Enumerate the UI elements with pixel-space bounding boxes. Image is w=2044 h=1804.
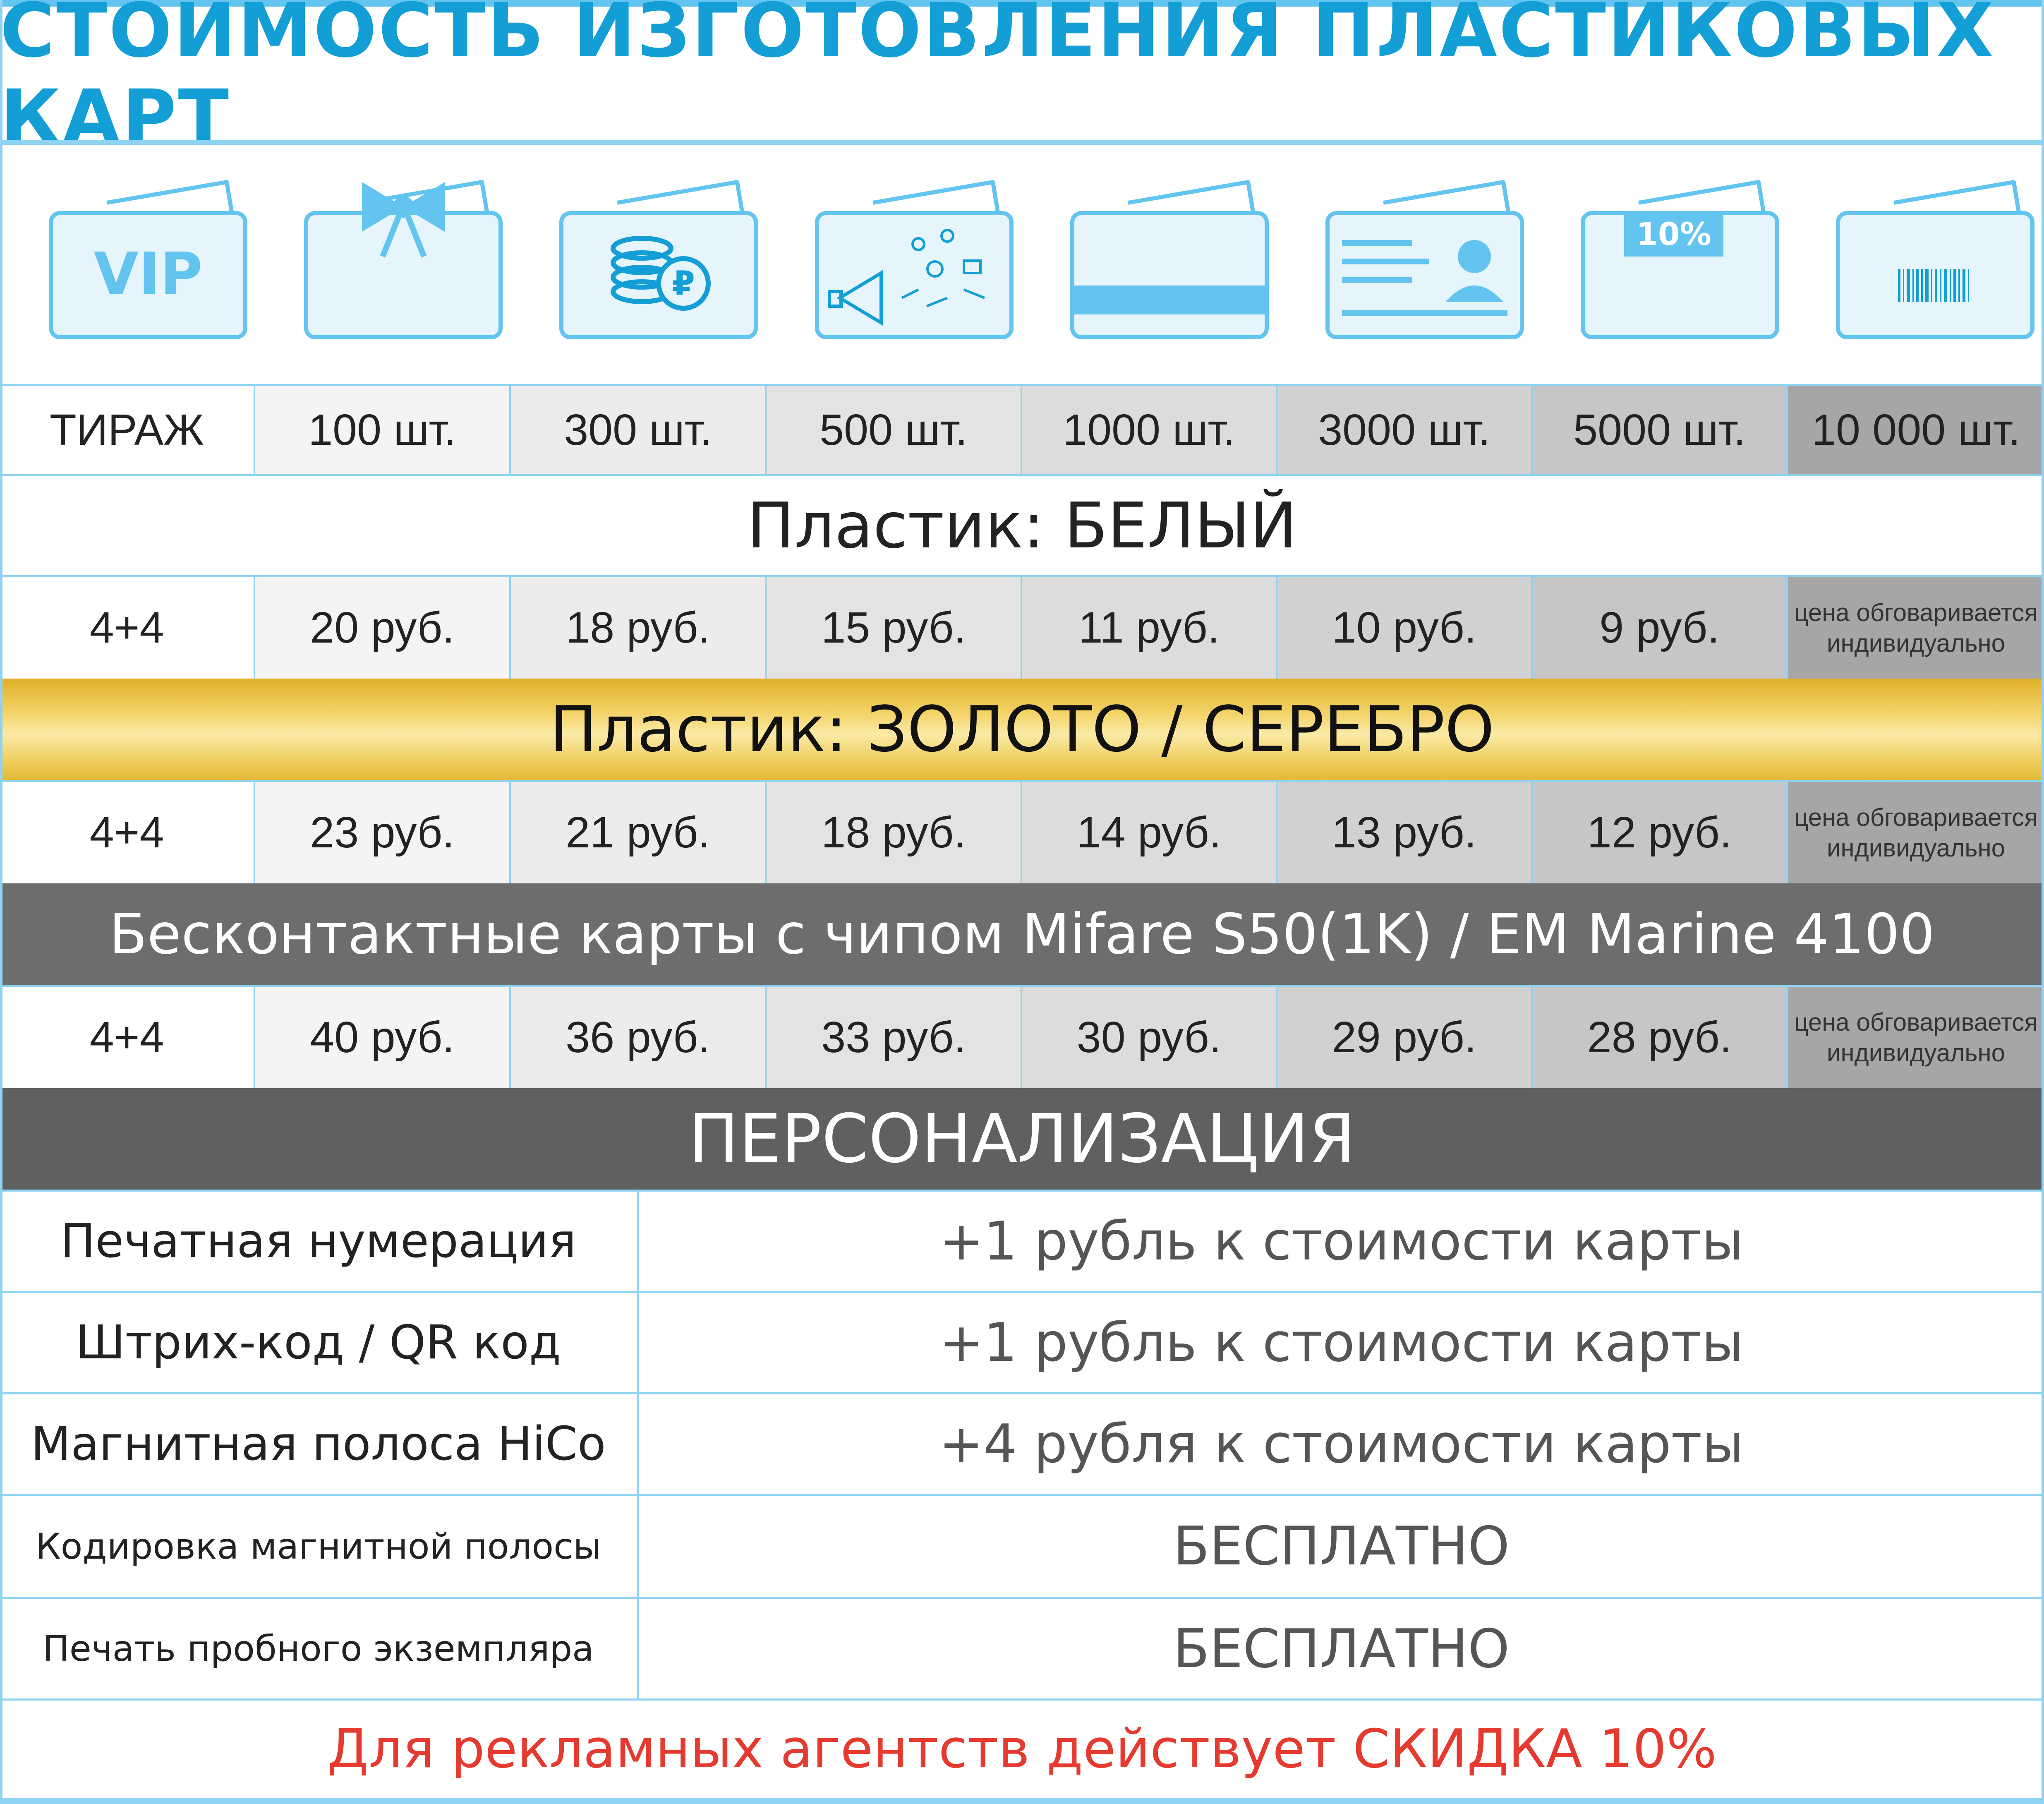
quantity-cell: 300 шт. xyxy=(511,386,767,474)
quantity-cell: 3000 шт. xyxy=(1277,386,1533,474)
right-border xyxy=(2042,0,2044,1804)
discount-card-icon: 10% xyxy=(1532,145,1787,385)
bottom-border xyxy=(0,1798,2044,1804)
row-label: 4+4 xyxy=(0,782,255,883)
magnetic-stripe-card-icon xyxy=(1021,145,1277,385)
section-title-personalization: ПЕРСОНАЛИЗАЦИЯ xyxy=(0,1088,2044,1190)
price-cell: 9 руб. xyxy=(1533,577,1788,679)
personalization-row: Кодировка магнитной полосы БЕСПЛАТНО xyxy=(0,1496,2044,1597)
personalization-row: Печатная нумерация +1 рубль к стоимости … xyxy=(0,1192,2044,1291)
price-cell: 15 руб. xyxy=(767,577,1022,679)
price-cell: 10 руб. xyxy=(1277,577,1533,679)
gift-bow-card-icon xyxy=(255,145,510,385)
personalization-value: +1 рубль к стоимости карты xyxy=(939,1210,1744,1272)
section-title-white: Пластик: БЕЛЫЙ xyxy=(0,476,2044,575)
individual-price-note: цена обговаривается индивидуально xyxy=(1788,987,2044,1088)
marketing-megaphone-card-icon xyxy=(766,145,1021,385)
personalization-row: Штрих-код / QR код +1 рубль к стоимости … xyxy=(0,1293,2044,1392)
price-cell: 23 руб. xyxy=(255,782,511,883)
price-cell: 18 руб. xyxy=(511,577,767,679)
row-label: 4+4 xyxy=(0,987,255,1088)
personalization-value: +1 рубль к стоимости карты xyxy=(939,1312,1744,1374)
personalization-label: Магнитная полоса HiCo xyxy=(0,1394,639,1494)
row-label: 4+4 xyxy=(0,577,255,679)
price-cell: 40 руб. xyxy=(255,987,511,1088)
personalization-row: Магнитная полоса HiCo +4 рубля к стоимос… xyxy=(0,1394,2044,1494)
price-cell: 30 руб. xyxy=(1022,987,1277,1088)
price-cell: 36 руб. xyxy=(511,987,767,1088)
personalization-value: БЕСПЛАТНО xyxy=(1173,1516,1510,1577)
personalization-value: +4 рубля к стоимости карты xyxy=(939,1413,1744,1475)
price-cell: 28 руб. xyxy=(1533,987,1788,1088)
page-title: СТОИМОСТЬ ИЗГОТОВЛЕНИЯ ПЛАСТИКОВЫХ КАРТ xyxy=(0,0,1996,161)
section-title-contactless: Бесконтактные карты с чипом Mifare S50(1… xyxy=(0,883,2044,985)
barcode-card-icon xyxy=(1787,145,2042,385)
quantity-cell: 5000 шт. xyxy=(1533,386,1788,474)
personalization-label: Штрих-код / QR код xyxy=(0,1293,639,1392)
quantity-cell: 500 шт. xyxy=(767,386,1022,474)
quantity-cell: 100 шт. xyxy=(255,386,511,474)
personalization-label: Печать пробного экземпляра xyxy=(0,1599,639,1698)
section-title-gold: Пластик: ЗОЛОТО / СЕРЕБРО xyxy=(0,679,2044,780)
price-sheet: СТОИМОСТЬ ИЗГОТОВЛЕНИЯ ПЛАСТИКОВЫХ КАРТ … xyxy=(0,0,2044,1804)
price-row-gold: 4+4 23 руб. 21 руб. 18 руб. 14 руб. 13 р… xyxy=(0,782,2044,883)
personalization-row: Печать пробного экземпляра БЕСПЛАТНО xyxy=(0,1599,2044,1698)
id-badge-card-icon xyxy=(1277,145,1532,385)
personalization-label: Печатная нумерация xyxy=(0,1192,639,1291)
discount-text: 10% xyxy=(1636,216,1711,252)
left-border xyxy=(0,0,2,1804)
individual-price-note: цена обговаривается индивидуально xyxy=(1788,782,2044,883)
vip-text: VIP xyxy=(93,240,202,308)
price-row-contactless: 4+4 40 руб. 36 руб. 33 руб. 30 руб. 29 р… xyxy=(0,987,2044,1088)
price-cell: 13 руб. xyxy=(1277,782,1533,883)
vip-card-icon: VIP xyxy=(0,145,255,385)
divider xyxy=(0,140,2044,145)
price-cell: 11 руб. xyxy=(1022,577,1277,679)
card-icons-row: VIP ₽ 10% xyxy=(0,145,2044,385)
price-cell: 29 руб. xyxy=(1277,987,1533,1088)
price-cell: 20 руб. xyxy=(255,577,511,679)
price-row-white: 4+4 20 руб. 18 руб. 15 руб. 11 руб. 10 р… xyxy=(0,577,2044,679)
tirazh-label: ТИРАЖ xyxy=(0,386,255,474)
individual-price-note: цена обговаривается индивидуально xyxy=(1788,577,2044,679)
quantity-cell: 1000 шт. xyxy=(1022,386,1277,474)
coins-ruble-card-icon: ₽ xyxy=(510,145,766,385)
personalization-value: БЕСПЛАТНО xyxy=(1173,1618,1510,1680)
price-cell: 14 руб. xyxy=(1022,782,1277,883)
personalization-label: Кодировка магнитной полосы xyxy=(0,1496,639,1597)
price-cell: 18 руб. xyxy=(767,782,1022,883)
quantity-header-row: ТИРАЖ 100 шт. 300 шт. 500 шт. 1000 шт. 3… xyxy=(0,386,2044,474)
price-cell: 33 руб. xyxy=(767,987,1022,1088)
price-cell: 21 руб. xyxy=(511,782,767,883)
svg-text:₽: ₽ xyxy=(672,264,695,302)
discount-footer: Для рекламных агентств действует СКИДКА … xyxy=(327,1718,1717,1780)
price-cell: 12 руб. xyxy=(1533,782,1788,883)
quantity-cell: 10 000 шт. xyxy=(1788,386,2044,474)
